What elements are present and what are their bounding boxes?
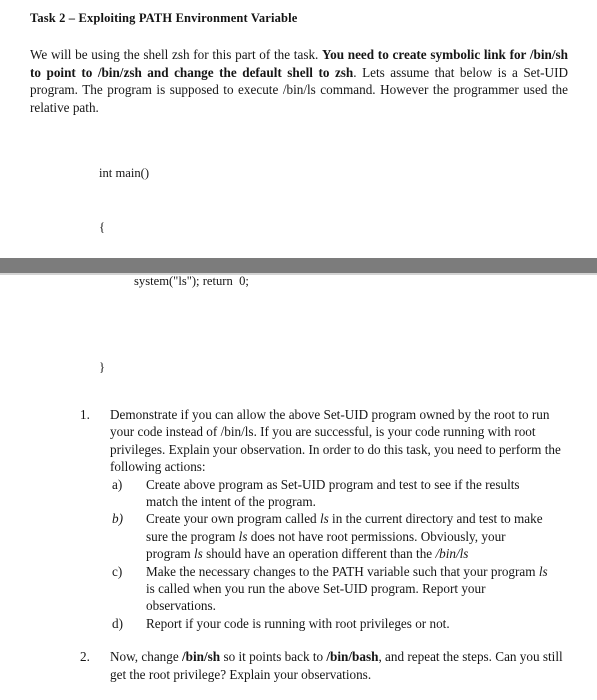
code-block: int main() { system("ls"); return 0; xyxy=(99,128,249,326)
list-item-1-text: Demonstrate if you can allow the above S… xyxy=(110,407,561,475)
page-title: Task 2 – Exploiting PATH Environment Var… xyxy=(30,11,298,25)
list-item-2-text: Now, change /bin/sh so it points back to… xyxy=(110,649,563,682)
document-page: Task 2 – Exploiting PATH Environment Var… xyxy=(0,0,597,700)
sub-list-item-c: c) Make the necessary changes to the PAT… xyxy=(0,563,597,615)
sub-list-item-b: b) Create your own program called ls in … xyxy=(0,510,597,562)
intro-paragraph: We will be using the shell zsh for this … xyxy=(30,46,568,116)
list-item-2: 2. Now, change /bin/sh so it points back… xyxy=(0,648,597,683)
sub-list-marker-a: a) xyxy=(112,476,123,492)
sub-list-item-a: a) Create above program as Set-UID progr… xyxy=(0,476,597,511)
sub-list-1: a) Create above program as Set-UID progr… xyxy=(0,476,597,633)
sub-list-item-b-text: Create your own program called ls in the… xyxy=(146,511,543,562)
ordered-list: 1. Demonstrate if you can allow the abov… xyxy=(0,406,597,683)
list-marker-2: 2. xyxy=(80,649,90,665)
sub-list-marker-d: d) xyxy=(112,615,123,631)
sub-list-item-a-text: Create above program as Set-UID program … xyxy=(146,476,520,510)
code-line-main: int main() xyxy=(99,166,150,180)
sub-list-item-d: d) Report if your code is running with r… xyxy=(0,615,597,632)
list-item-1: 1. Demonstrate if you can allow the abov… xyxy=(0,406,597,476)
sub-list-item-d-text: Report if your code is running with root… xyxy=(146,615,450,631)
gray-divider-band xyxy=(0,258,597,273)
gray-divider-shadow xyxy=(0,273,597,275)
code-line-open-brace: { xyxy=(99,220,106,234)
code-line-close-brace: } xyxy=(99,360,106,374)
list-marker-1: 1. xyxy=(80,407,90,422)
sub-list-marker-c: c) xyxy=(112,563,123,579)
sub-list-marker-b: b) xyxy=(112,511,123,527)
sub-list-item-c-text: Make the necessary changes to the PATH v… xyxy=(146,563,548,614)
intro-segment-1: We will be using the shell zsh for this … xyxy=(30,47,323,62)
